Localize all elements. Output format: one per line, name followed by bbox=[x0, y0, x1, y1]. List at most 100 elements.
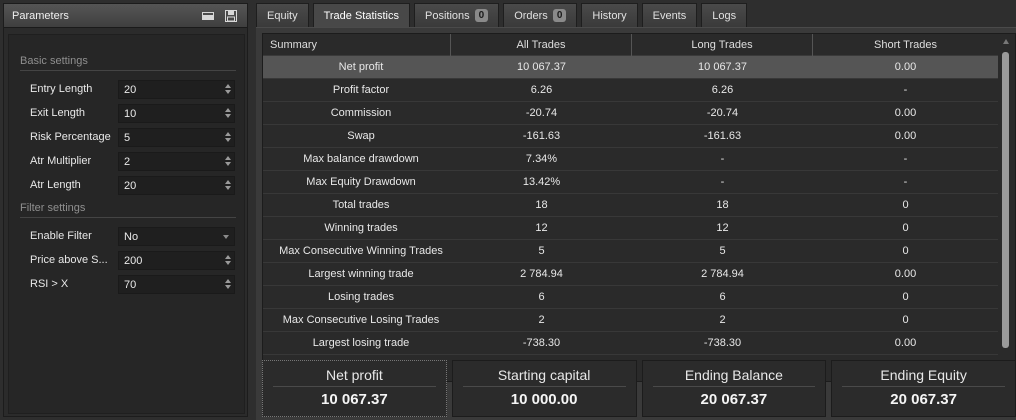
spinner-arrows-icon[interactable] bbox=[224, 108, 231, 120]
table-cell: 7.34% bbox=[525, 153, 558, 165]
param-input[interactable]: 200 bbox=[118, 251, 235, 270]
spinner-arrows-icon[interactable] bbox=[224, 180, 231, 192]
row-label: Max balance drawdown bbox=[303, 153, 419, 165]
tab-positions[interactable]: Positions 0 bbox=[413, 3, 500, 27]
table-cell: 5 bbox=[719, 245, 726, 257]
column-header-long-trades[interactable]: Long Trades bbox=[632, 34, 813, 56]
row-label: Max Consecutive Winning Trades bbox=[279, 245, 443, 257]
table-cell: 6.26 bbox=[711, 84, 734, 96]
table-row[interactable]: Net profit 10 067.37 10 067.37 0.00 bbox=[263, 56, 998, 79]
table-cell: 10 067.37 bbox=[517, 61, 566, 73]
table-row[interactable]: Total trades 18 18 0 bbox=[263, 194, 998, 217]
table-cell: 0 bbox=[902, 291, 909, 303]
table-row[interactable]: Max Consecutive Losing Trades 2 2 0 bbox=[263, 309, 998, 332]
param-row-enable-filter: Enable Filter No bbox=[9, 227, 246, 247]
table-row[interactable]: Max Equity Drawdown 13.42% - - bbox=[263, 171, 998, 194]
column-header-all-trades[interactable]: All Trades bbox=[451, 34, 632, 56]
tab-events[interactable]: Events bbox=[641, 3, 698, 27]
vertical-scrollbar[interactable] bbox=[999, 34, 1015, 381]
table-cell: - bbox=[720, 176, 725, 188]
row-label: Swap bbox=[347, 130, 375, 142]
param-value: 5 bbox=[124, 132, 131, 144]
table-cell: 2 bbox=[719, 314, 726, 326]
spinner-arrows-icon[interactable] bbox=[224, 132, 231, 144]
table-row[interactable]: Max balance drawdown 7.34% - - bbox=[263, 148, 998, 171]
card-divider bbox=[842, 386, 1005, 387]
chevron-down-icon[interactable] bbox=[223, 235, 229, 239]
param-label: Exit Length bbox=[30, 107, 86, 119]
row-label: Net profit bbox=[338, 61, 384, 73]
tab-logs[interactable]: Logs bbox=[701, 3, 748, 27]
save-preset-icon[interactable] bbox=[224, 9, 238, 23]
row-label: Winning trades bbox=[324, 222, 398, 234]
tab-orders[interactable]: Orders 0 bbox=[503, 3, 578, 27]
tab-label: History bbox=[592, 9, 627, 22]
table-header: Summary All Trades Long Trades Short Trades bbox=[263, 34, 998, 56]
table-cell: -20.74 bbox=[525, 107, 558, 119]
param-input[interactable]: 20 bbox=[118, 80, 235, 99]
tab-history[interactable]: History bbox=[581, 3, 638, 27]
spinner-arrows-icon[interactable] bbox=[224, 156, 231, 168]
tab-label: Orders bbox=[514, 9, 548, 22]
table-row[interactable]: Winning trades 12 12 0 bbox=[263, 217, 998, 240]
table-cell: 0 bbox=[902, 245, 909, 257]
table-cell: - bbox=[903, 153, 908, 165]
section-divider bbox=[20, 70, 236, 71]
table-cell: 12 bbox=[535, 222, 548, 234]
card-value: 10 000.00 bbox=[510, 391, 578, 408]
card-divider bbox=[652, 386, 816, 387]
tab-equity[interactable]: Equity bbox=[256, 3, 309, 27]
table-row[interactable]: Commission -20.74 -20.74 0.00 bbox=[263, 102, 998, 125]
scrollbar-thumb[interactable] bbox=[1002, 52, 1009, 348]
tab-label: Events bbox=[652, 9, 687, 22]
table-cell: - bbox=[720, 153, 725, 165]
param-input[interactable]: 10 bbox=[118, 104, 235, 123]
scroll-up-icon[interactable] bbox=[1003, 39, 1009, 44]
param-value: 2 bbox=[124, 156, 131, 168]
table-cell: 0 bbox=[902, 222, 909, 234]
table-row[interactable]: Max Consecutive Winning Trades 5 5 0 bbox=[263, 240, 998, 263]
table-row[interactable]: Losing trades 6 6 0 bbox=[263, 286, 998, 309]
param-input[interactable]: 70 bbox=[118, 275, 235, 294]
count-badge: 0 bbox=[552, 9, 567, 22]
table-row[interactable]: Swap -161.63 -161.63 0.00 bbox=[263, 125, 998, 148]
row-label: Max Consecutive Losing Trades bbox=[282, 314, 440, 326]
table-row[interactable]: Largest winning trade 2 784.94 2 784.94 0.0… bbox=[263, 263, 998, 286]
spinner-arrows-icon[interactable] bbox=[224, 279, 231, 291]
summary-card-ending-balance[interactable]: Ending Balance 20 067.37 bbox=[641, 360, 827, 417]
spinner-arrows-icon[interactable] bbox=[224, 255, 231, 267]
param-value: 20 bbox=[124, 180, 137, 192]
param-row-rsi-x: RSI > X 70 bbox=[9, 275, 246, 295]
card-label: Ending Balance bbox=[684, 367, 783, 383]
column-header-summary[interactable]: Summary bbox=[263, 34, 451, 56]
table-row[interactable]: Largest losing trade -738.30 -738.30 0.00 bbox=[263, 332, 998, 355]
param-input[interactable]: 20 bbox=[118, 176, 235, 195]
param-input[interactable]: 2 bbox=[118, 152, 235, 171]
card-divider bbox=[273, 386, 436, 387]
param-label: Atr Length bbox=[30, 179, 81, 191]
param-row-risk-percentage: Risk Percentage 5 bbox=[9, 128, 246, 148]
table-row[interactable]: Profit factor 6.26 6.26 - bbox=[263, 79, 998, 102]
tab-trade-statistics[interactable]: Trade Statistics bbox=[312, 3, 410, 28]
card-label: Net profit bbox=[325, 367, 383, 383]
summary-card-net-profit[interactable]: Net profit 10 067.37 bbox=[262, 360, 447, 417]
table-cell: 10 067.37 bbox=[698, 61, 747, 73]
summary-card-starting-capital[interactable]: Starting capital 10 000.00 bbox=[451, 360, 637, 417]
param-label: Enable Filter bbox=[30, 230, 92, 242]
param-label: Atr Multiplier bbox=[30, 155, 92, 167]
row-label: Commission bbox=[330, 107, 392, 119]
spinner-arrows-icon[interactable] bbox=[224, 84, 231, 96]
section-title-filter-settings: Filter settings bbox=[20, 202, 86, 214]
column-header-short-trades[interactable]: Short Trades bbox=[813, 34, 998, 56]
param-input[interactable]: 5 bbox=[118, 128, 235, 147]
table-cell: 0.00 bbox=[894, 337, 917, 349]
table-cell: 0 bbox=[902, 314, 909, 326]
load-preset-icon[interactable] bbox=[201, 9, 215, 23]
param-label: Entry Length bbox=[30, 83, 93, 95]
count-badge: 0 bbox=[474, 9, 489, 22]
card-value: 20 067.37 bbox=[700, 391, 768, 408]
param-select[interactable]: No bbox=[118, 227, 235, 246]
summary-card-ending-equity[interactable]: Ending Equity 20 067.37 bbox=[831, 360, 1016, 417]
section-divider bbox=[20, 217, 236, 218]
table-cell: 0 bbox=[902, 199, 909, 211]
